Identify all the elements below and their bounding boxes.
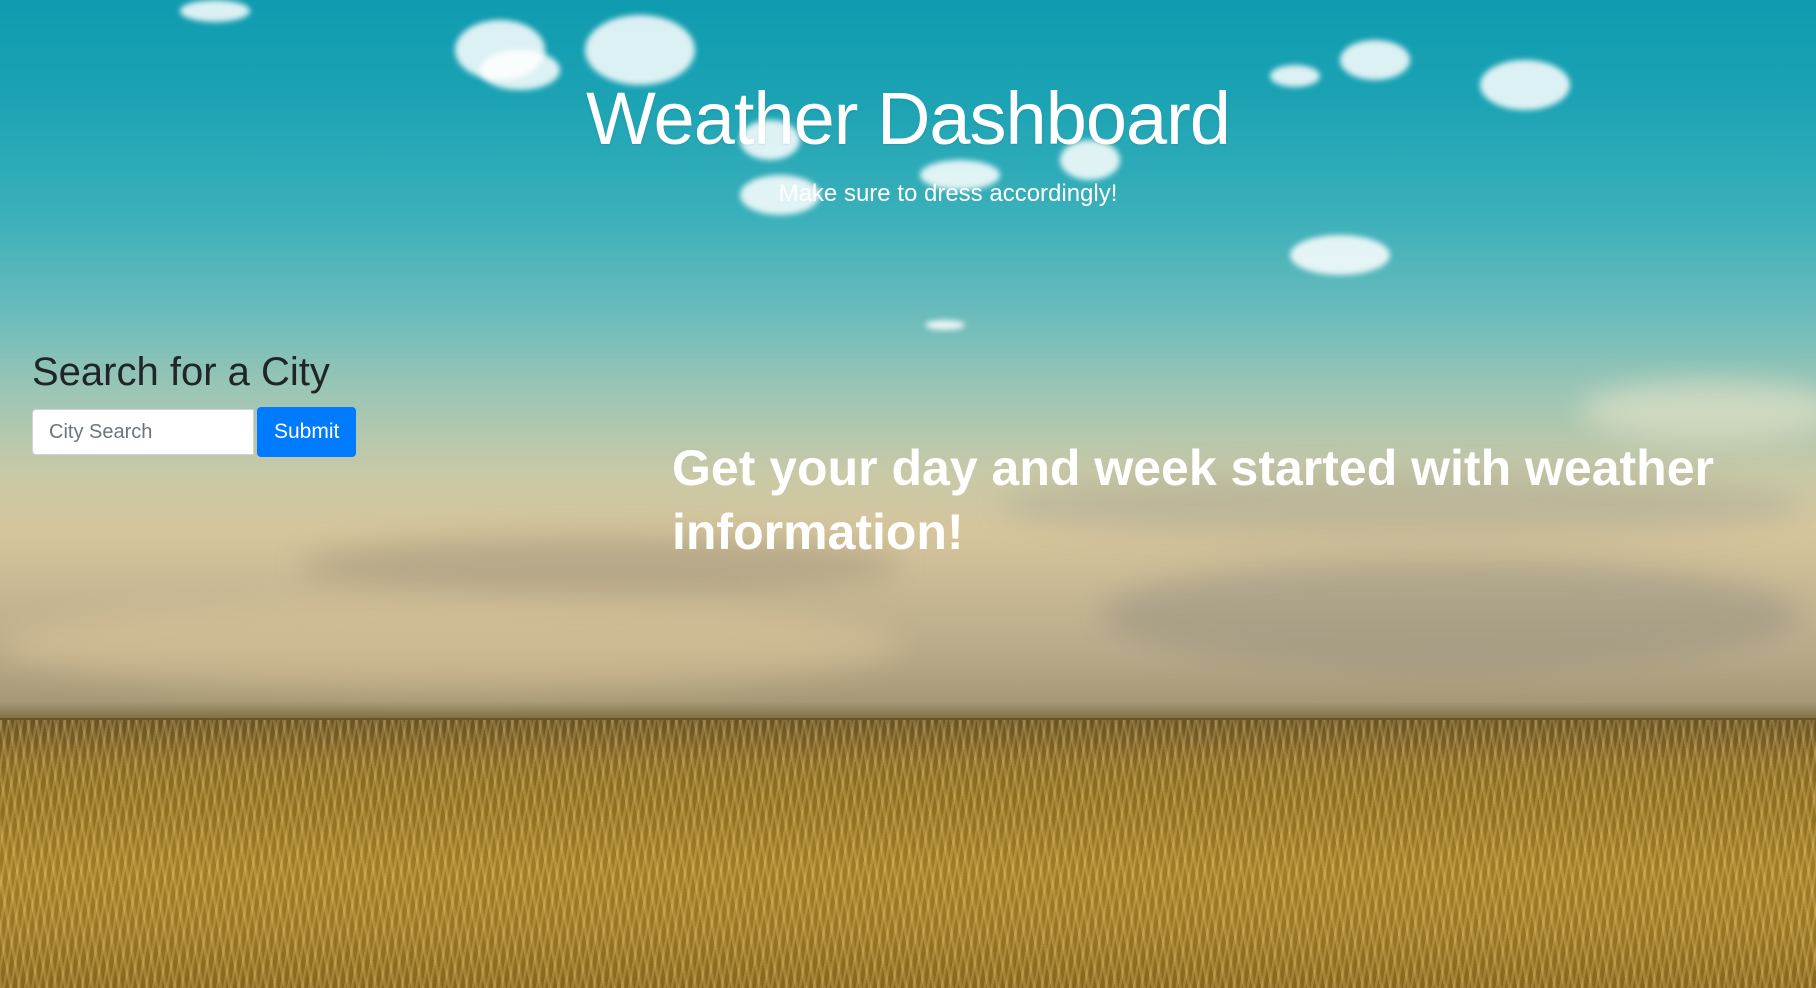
- page-subtitle: Make sure to dress accordingly!: [778, 180, 1118, 207]
- page-title: Weather Dashboard: [586, 77, 1231, 160]
- cloud: [585, 15, 695, 85]
- cloud: [1290, 235, 1390, 275]
- page-background: Weather Dashboard Make sure to dress acc…: [0, 0, 1816, 988]
- search-form: Submit: [32, 407, 357, 457]
- cloud: [1340, 40, 1410, 80]
- city-search-input[interactable]: [32, 409, 254, 455]
- wheat-field: [0, 720, 1816, 988]
- haze-cloud: [1580, 380, 1816, 440]
- tagline: Get your day and week started with weath…: [672, 440, 1714, 560]
- cloud: [925, 320, 965, 330]
- submit-button[interactable]: Submit: [257, 407, 357, 457]
- search-panel: Search for a City Submit: [32, 350, 357, 457]
- haze-cloud: [0, 600, 900, 690]
- haze-cloud: [1100, 560, 1800, 670]
- cloud: [180, 0, 250, 22]
- search-heading: Search for a City: [32, 350, 330, 394]
